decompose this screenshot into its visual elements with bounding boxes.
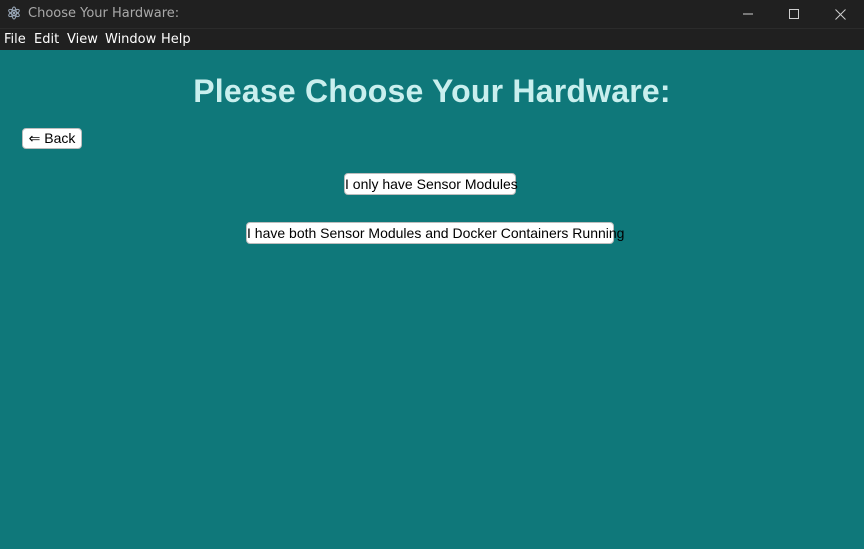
window-title: Choose Your Hardware: <box>28 6 180 21</box>
title-bar[interactable]: Choose Your Hardware: <box>0 0 864 28</box>
sensor-and-docker-button[interactable]: I have both Sensor Modules and Docker Co… <box>246 222 624 244</box>
menu-view[interactable]: View <box>67 32 98 47</box>
close-icon <box>834 8 846 20</box>
menu-file[interactable]: File <box>4 32 26 47</box>
close-button[interactable] <box>817 0 863 28</box>
menu-help[interactable]: Help <box>161 32 191 47</box>
maximize-button[interactable] <box>771 0 817 28</box>
menu-window[interactable]: Window <box>105 32 156 47</box>
page-heading: Please Choose Your Hardware: <box>193 73 671 109</box>
app-window: Choose Your Hardware: File Edit View Win… <box>0 0 864 549</box>
maximize-icon <box>789 9 799 19</box>
minimize-button[interactable] <box>725 0 771 28</box>
menu-edit[interactable]: Edit <box>34 32 59 47</box>
back-button[interactable]: ⇐ Back <box>22 128 82 149</box>
electron-icon <box>8 6 20 20</box>
minimize-icon <box>743 13 753 15</box>
menu-bar: File Edit View Window Help <box>0 28 864 50</box>
sensor-modules-only-button[interactable]: I only have Sensor Modules <box>344 173 518 195</box>
